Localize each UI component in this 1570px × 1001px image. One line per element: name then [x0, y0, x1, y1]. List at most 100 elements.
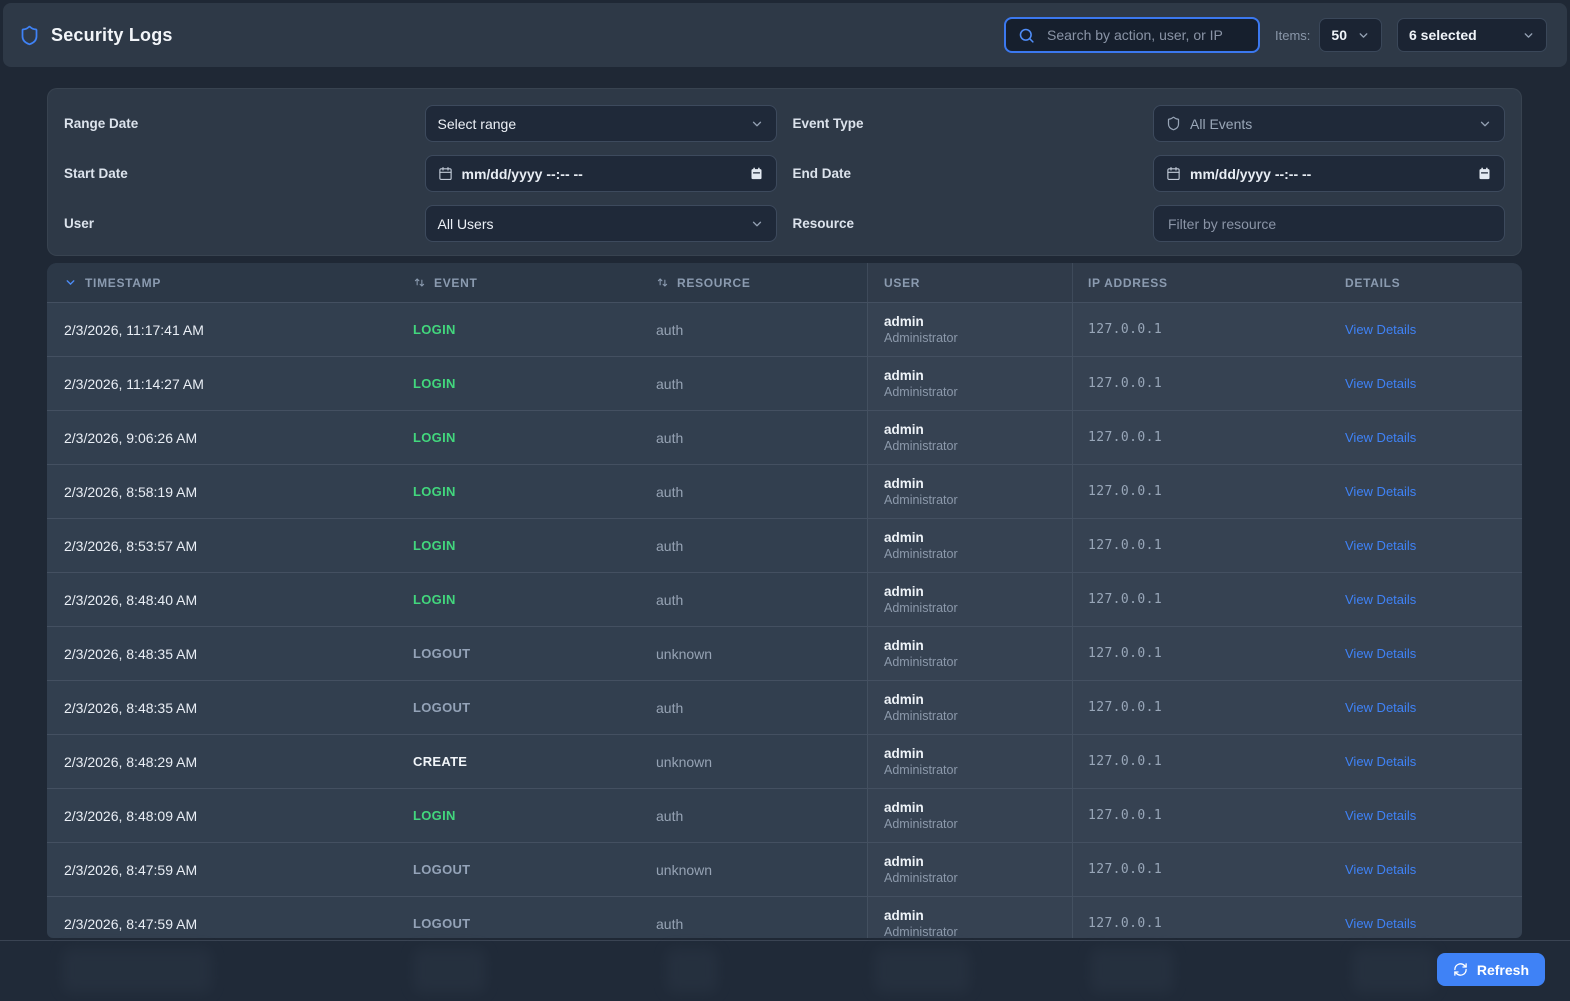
logs-table: TIMESTAMP EVENT RESOURCE USER IP ADDRESS	[47, 263, 1522, 938]
end-date-value: mm/dd/yyyy --:-- --	[1190, 165, 1312, 182]
columns-select[interactable]: 6 selected	[1397, 18, 1547, 52]
resource-cell: auth	[656, 321, 684, 338]
view-details-link[interactable]: View Details	[1345, 484, 1416, 499]
ghost-row-blob	[1352, 948, 1436, 993]
details-cell: View Details	[1330, 411, 1522, 464]
ghost-row-blob	[1090, 948, 1174, 993]
event-cell: LOGOUT	[413, 646, 471, 661]
calendar-picker-icon[interactable]	[749, 166, 764, 181]
range-date-label: Range Date	[64, 116, 139, 131]
search-input[interactable]	[1045, 26, 1247, 44]
resource-cell: auth	[656, 591, 684, 608]
user-cell: admin Administrator	[867, 519, 1072, 572]
details-cell: View Details	[1330, 519, 1522, 572]
resource-input[interactable]	[1166, 214, 1492, 233]
view-details-link[interactable]: View Details	[1345, 430, 1416, 445]
ip-cell: 127.0.0.1	[1072, 789, 1330, 842]
shield-icon	[19, 25, 40, 46]
page-size-select[interactable]: 50	[1319, 18, 1382, 52]
range-date-select[interactable]: Select range	[424, 105, 777, 142]
search-box[interactable]	[1004, 17, 1261, 53]
view-details-link[interactable]: View Details	[1345, 862, 1416, 877]
column-header-event[interactable]: EVENT	[400, 263, 643, 302]
event-cell: LOGOUT	[413, 700, 471, 715]
refresh-button[interactable]: Refresh	[1436, 953, 1545, 986]
timestamp-cell: 2/3/2026, 11:14:27 AM	[64, 375, 204, 392]
timestamp-cell: 2/3/2026, 8:53:57 AM	[64, 537, 198, 554]
column-header-details: DETAILS	[1345, 275, 1401, 290]
ip-cell: 127.0.0.1	[1072, 573, 1330, 626]
range-date-value: Select range	[437, 115, 517, 132]
user-select[interactable]: All Users	[424, 205, 777, 242]
resource-input-wrapper	[1153, 205, 1505, 242]
filter-panel: Range Date Select range Event Type All E…	[47, 88, 1522, 256]
timestamp-cell: 2/3/2026, 9:06:26 AM	[64, 429, 198, 446]
timestamp-cell: 2/3/2026, 8:48:29 AM	[64, 753, 198, 770]
column-header-resource[interactable]: RESOURCE	[643, 263, 867, 302]
ip-cell: 127.0.0.1	[1072, 735, 1330, 788]
event-cell: LOGIN	[413, 322, 456, 337]
timestamp-cell: 2/3/2026, 8:48:09 AM	[64, 807, 198, 824]
items-group: Items: 50	[1275, 18, 1382, 52]
details-cell: View Details	[1330, 735, 1522, 788]
view-details-link[interactable]: View Details	[1345, 322, 1416, 337]
sort-desc-icon	[64, 276, 77, 289]
view-details-link[interactable]: View Details	[1345, 754, 1416, 769]
timestamp-cell: 2/3/2026, 8:48:35 AM	[64, 645, 198, 662]
view-details-link[interactable]: View Details	[1345, 592, 1416, 607]
filter-user: User All Users	[64, 205, 777, 242]
start-date-label: Start Date	[64, 166, 128, 181]
view-details-link[interactable]: View Details	[1345, 808, 1416, 823]
details-cell: View Details	[1330, 681, 1522, 734]
items-label: Items:	[1275, 27, 1311, 43]
view-details-link[interactable]: View Details	[1345, 646, 1416, 661]
resource-cell: auth	[656, 807, 684, 824]
chevron-down-icon	[1357, 29, 1370, 42]
table-row: 2/3/2026, 8:48:09 AM LOGIN auth admin Ad…	[47, 788, 1522, 842]
view-details-link[interactable]: View Details	[1345, 916, 1416, 931]
user-cell: admin Administrator	[867, 573, 1072, 626]
filter-range-date: Range Date Select range	[64, 105, 777, 142]
user-cell: admin Administrator	[867, 897, 1072, 938]
timestamp-cell: 2/3/2026, 11:17:41 AM	[64, 321, 204, 338]
details-cell: View Details	[1330, 573, 1522, 626]
table-row: 2/3/2026, 8:48:35 AM LOGOUT unknown admi…	[47, 626, 1522, 680]
event-type-select[interactable]: All Events	[1153, 105, 1505, 142]
ip-cell: 127.0.0.1	[1072, 843, 1330, 896]
event-cell: LOGIN	[413, 592, 456, 607]
details-cell: View Details	[1330, 897, 1522, 938]
table-row: 2/3/2026, 8:48:40 AM LOGIN auth admin Ad…	[47, 572, 1522, 626]
ghost-row-blob	[874, 948, 970, 993]
event-type-value: All Events	[1190, 115, 1253, 132]
column-header-ip: IP ADDRESS	[1072, 263, 1330, 302]
view-details-link[interactable]: View Details	[1345, 538, 1416, 553]
event-type-label: Event Type	[792, 116, 864, 131]
ip-cell: 127.0.0.1	[1072, 411, 1330, 464]
user-cell: admin Administrator	[867, 789, 1072, 842]
user-cell: admin Administrator	[867, 681, 1072, 734]
table-row: 2/3/2026, 9:06:26 AM LOGIN auth admin Ad…	[47, 410, 1522, 464]
details-cell: View Details	[1330, 789, 1522, 842]
chevron-down-icon	[750, 117, 764, 131]
chevron-down-icon	[1478, 117, 1492, 131]
end-date-input[interactable]: mm/dd/yyyy --:-- --	[1153, 155, 1505, 192]
refresh-label: Refresh	[1476, 961, 1529, 978]
view-details-link[interactable]: View Details	[1345, 700, 1416, 715]
calendar-picker-icon[interactable]	[1477, 166, 1492, 181]
resource-cell: unknown	[656, 753, 713, 770]
details-cell: View Details	[1330, 627, 1522, 680]
table-row: 2/3/2026, 8:47:59 AM LOGOUT auth admin A…	[47, 896, 1522, 938]
ip-cell: 127.0.0.1	[1072, 519, 1330, 572]
ghost-row-blob	[666, 948, 718, 993]
filter-start-date: Start Date mm/dd/yyyy --:-- --	[64, 155, 777, 192]
resource-cell: unknown	[656, 645, 713, 662]
table-row: 2/3/2026, 8:58:19 AM LOGIN auth admin Ad…	[47, 464, 1522, 518]
user-label: User	[64, 216, 95, 231]
column-header-timestamp[interactable]: TIMESTAMP	[47, 263, 400, 302]
footer-bar: Refresh	[0, 940, 1570, 1001]
start-date-value: mm/dd/yyyy --:-- --	[461, 165, 583, 182]
view-details-link[interactable]: View Details	[1345, 376, 1416, 391]
start-date-input[interactable]: mm/dd/yyyy --:-- --	[424, 155, 777, 192]
details-cell: View Details	[1330, 357, 1522, 410]
ip-cell: 127.0.0.1	[1072, 897, 1330, 938]
